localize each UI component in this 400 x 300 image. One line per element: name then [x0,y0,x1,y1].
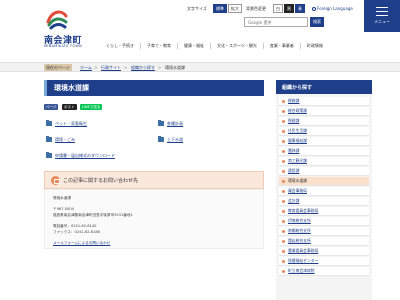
breadcrumb-current-label: 現在のページ [44,64,72,71]
page-title: 環境水道課 [54,84,89,92]
contact-header: この記事に関するお問い合わせ先 [44,171,264,189]
page-title-bar: 環境水道課 [44,80,264,96]
sidebar-item-ina-branch[interactable]: 伊南総合支所 [279,217,369,226]
font-size-large-button[interactable]: 拡大 [228,4,242,13]
nav-government[interactable]: 町政情報 [299,43,329,49]
sidebar-item-residents[interactable]: 住民生活課 [279,127,369,136]
bg-white-button[interactable]: 白 [273,4,283,13]
breadcrumb-separator: > [124,65,128,70]
sidebar-item-general-affairs[interactable]: 総務課 [279,97,369,106]
sidebar-item-agri-committee[interactable]: 農業委員会事務局 [279,247,369,256]
page: 南会津町 MINAMIAIZU TOWN 文字サイズ 標準 拡大 背景色変更 白… [0,0,400,300]
nav-health[interactable]: 健康・福祉 [177,43,210,49]
global-nav: くらし・手続き 子育て・教育 健康・福祉 文化・スポーツ・観光 産業・事業者 町… [100,41,380,51]
breadcrumb-home[interactable]: ホーム [80,64,92,71]
nav-childcare[interactable]: 子育て・教育 [140,43,177,49]
contact-phone: 電話番号：0241-62-6140 [53,224,97,228]
breadcrumb-separator: > [94,65,98,70]
sidebar-item-nango-branch[interactable]: 南郷総合支所 [279,227,369,236]
link-pets[interactable]: ペット・家畜衛生 [46,120,87,127]
breadcrumb-current: 環境水道課 [165,64,185,70]
link-water[interactable]: 上下水道 [158,136,183,143]
folder-icon [46,136,52,142]
link-label: 環境・ごみ [55,136,75,142]
sidebar-item-health-center[interactable]: 保健福祉センター [279,257,369,266]
font-size-standard-button[interactable]: 標準 [213,4,227,13]
search-button[interactable]: 検索 [310,17,324,27]
sidebar-item-accounting[interactable]: 会計課 [279,197,369,206]
x-post-button[interactable]: ポスト [62,104,77,110]
sidebar-item-tateiwa-branch[interactable]: 舘岩総合支所 [279,237,369,246]
sidebar-item-agriculture[interactable]: 農林課 [279,147,369,156]
link-label: 申請書・届出様式のダウンロード [55,152,115,158]
breadcrumb-separator: > [158,65,162,70]
foreign-language-label: Foreign Language [317,6,353,11]
logo-subtitle: MINAMIAIZU TOWN [44,44,83,48]
folder-icon [158,120,164,126]
sidebar-heading: 組織から探す [276,80,372,94]
menu-button[interactable]: メニュー [364,0,400,32]
contact-form-link[interactable]: メールフォームによるお問い合わせ [53,241,110,246]
link-label: ペット・家畜衛生 [55,120,87,126]
nav-living[interactable]: くらし・手続き [100,43,140,49]
bg-color-label: 背景色変更 [246,5,266,11]
breadcrumb-admin-site[interactable]: 行政サイト [101,64,121,71]
contact-department: 環境水道課 [53,196,71,200]
sidebar-item-tax[interactable]: 税務課 [279,117,369,126]
sidebar-item-policy[interactable]: 総合政策課 [279,107,369,116]
bg-black-button[interactable]: 黒 [284,4,294,13]
sidebar-item-education[interactable]: 教育委員会事務局 [279,207,369,216]
sidebar-item-tourism[interactable]: 商工観光課 [279,157,369,166]
contact-address: 福島県南会津郡南会津町田島字後原甲3531番地1 [53,213,133,217]
sidebar-item-assembly[interactable]: 議会事務局 [279,187,369,196]
contact-body: 環境水道課 〒967-0004 福島県南会津郡南会津町田島字後原甲3531番地1… [44,189,264,249]
folder-icon [158,136,164,142]
link-plans[interactable]: 各種計画 [158,120,183,127]
sidebar-item-welfare[interactable]: 健康福祉課 [279,137,369,146]
link-label: 上下水道 [167,136,183,142]
breadcrumb-org-search[interactable]: 組織から探す [131,64,155,71]
town-logo-icon[interactable] [44,6,70,32]
contact-fax: ファックス：0241-62-6186 [53,230,100,234]
search-input[interactable] [244,17,308,27]
font-size-label: 文字サイズ [187,5,207,11]
nav-culture[interactable]: 文化・スポーツ・観光 [210,43,263,49]
sidebar-item-construction[interactable]: 建設課 [279,167,369,176]
foreign-language-link[interactable]: Foreign Language [312,4,353,13]
menu-label: メニュー [374,19,390,24]
folder-icon [46,152,52,158]
bg-blue-button[interactable]: 青 [295,4,305,13]
line-share-button[interactable]: LINEで送る [80,104,103,110]
link-label: 各種計画 [167,120,183,126]
folder-icon [46,120,52,126]
link-forms[interactable]: 申請書・届出様式のダウンロード [46,152,115,159]
sidebar: 組織から探す 総務課 総合政策課 税務課 住民生活課 健康福祉課 農林課 商工観… [276,80,372,300]
globe-icon [312,6,316,11]
facebook-share-button[interactable]: ページ [44,104,59,110]
contact-postal: 〒967-0004 [53,207,74,211]
mail-icon [51,176,60,185]
hamburger-icon [376,7,388,16]
sidebar-item-environment-water[interactable]: 環境水道課 [279,177,369,186]
link-environment[interactable]: 環境・ごみ [46,136,75,143]
contact-heading: この記事に関するお問い合わせ先 [63,178,139,184]
sidebar-item-hospital[interactable]: 町立南会津病院 [279,267,369,276]
nav-industry[interactable]: 産業・事業者 [262,43,300,49]
